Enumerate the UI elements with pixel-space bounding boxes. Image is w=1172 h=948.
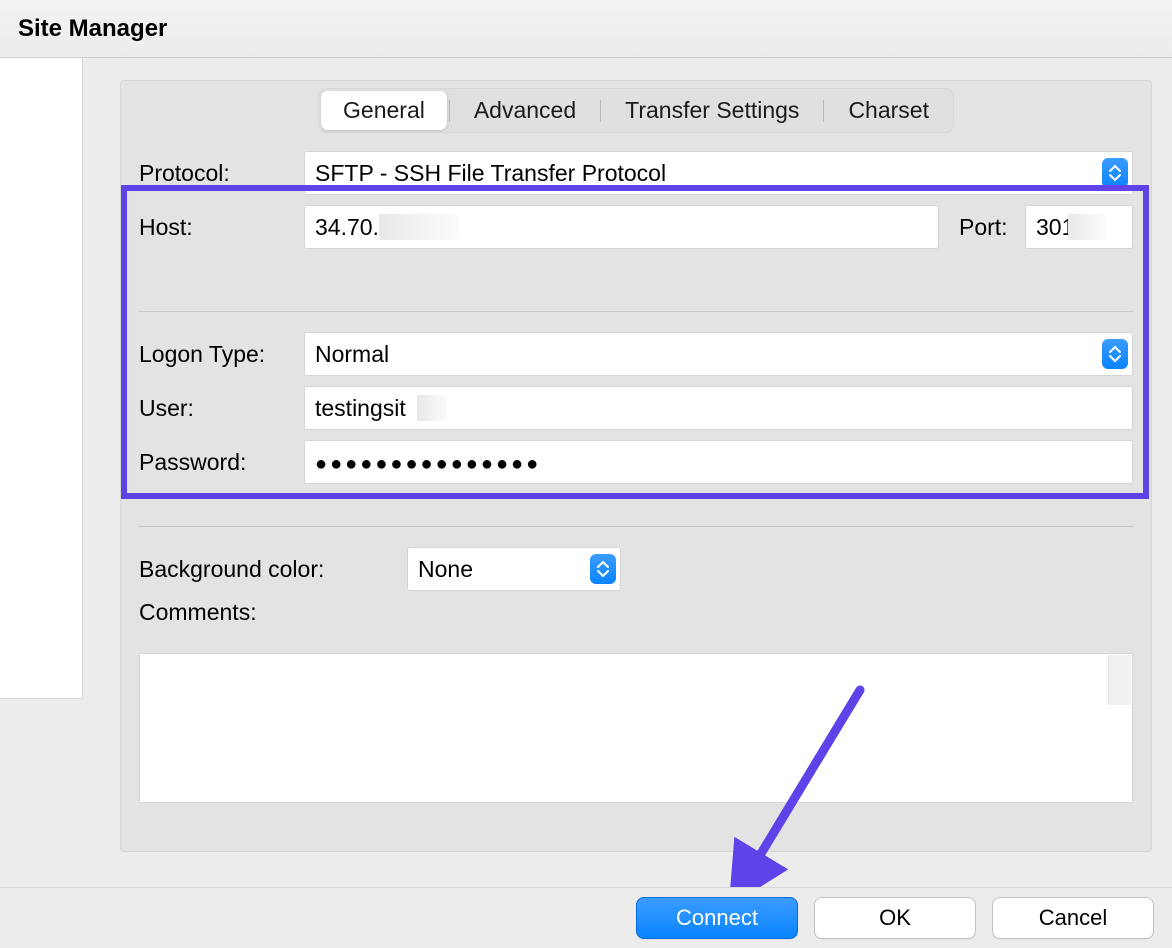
- password-value: ●●●●●●●●●●●●●●●: [315, 453, 541, 475]
- tab-advanced[interactable]: Advanced: [452, 91, 598, 130]
- redaction-smudge: [1068, 214, 1106, 240]
- port-label: Port:: [959, 214, 1015, 241]
- scrollbar[interactable]: [1108, 655, 1131, 705]
- chevron-updown-icon: [590, 554, 616, 584]
- user-input[interactable]: testingsit: [304, 386, 1133, 430]
- window-titlebar: Site Manager: [0, 0, 1172, 58]
- user-label: User:: [139, 395, 294, 422]
- connect-button[interactable]: Connect: [636, 897, 798, 939]
- window-title: Site Manager: [18, 15, 167, 43]
- port-input[interactable]: 301: [1025, 205, 1133, 249]
- section-divider: [139, 311, 1133, 312]
- settings-panel: General Advanced Transfer Settings Chars…: [120, 80, 1152, 852]
- chevron-updown-icon: [1102, 339, 1128, 369]
- logon-type-label: Logon Type:: [139, 341, 294, 368]
- password-input[interactable]: ●●●●●●●●●●●●●●●: [304, 440, 1133, 484]
- logon-type-select[interactable]: Normal: [304, 332, 1133, 376]
- bgcolor-label: Background color:: [139, 556, 397, 583]
- tab-transfer-settings[interactable]: Transfer Settings: [603, 91, 821, 130]
- password-label: Password:: [139, 449, 294, 476]
- sites-list-panel[interactable]: [0, 58, 83, 699]
- logon-type-value: Normal: [315, 341, 389, 367]
- host-value: 34.70.: [315, 214, 379, 240]
- tab-separator: [449, 100, 450, 122]
- cancel-button[interactable]: Cancel: [992, 897, 1154, 939]
- protocol-select[interactable]: SFTP - SSH File Transfer Protocol: [304, 151, 1133, 195]
- host-label: Host:: [139, 214, 294, 241]
- settings-tabs: General Advanced Transfer Settings Chars…: [318, 88, 954, 133]
- ok-button[interactable]: OK: [814, 897, 976, 939]
- chevron-updown-icon: [1102, 158, 1128, 188]
- host-input[interactable]: 34.70.: [304, 205, 939, 249]
- section-divider: [139, 526, 1133, 527]
- redaction-smudge: [379, 214, 459, 240]
- protocol-label: Protocol:: [139, 160, 294, 187]
- comments-textarea[interactable]: [139, 653, 1133, 803]
- dialog-button-bar: Connect OK Cancel: [0, 887, 1172, 948]
- bgcolor-value: None: [418, 556, 473, 582]
- tab-separator: [823, 100, 824, 122]
- redaction-smudge: [417, 395, 447, 421]
- tab-charset[interactable]: Charset: [826, 91, 951, 130]
- tab-general[interactable]: General: [321, 91, 447, 130]
- tab-separator: [600, 100, 601, 122]
- user-value: testingsit: [315, 395, 406, 421]
- comments-label: Comments:: [139, 599, 257, 626]
- protocol-value: SFTP - SSH File Transfer Protocol: [315, 160, 666, 186]
- bgcolor-select[interactable]: None: [407, 547, 621, 591]
